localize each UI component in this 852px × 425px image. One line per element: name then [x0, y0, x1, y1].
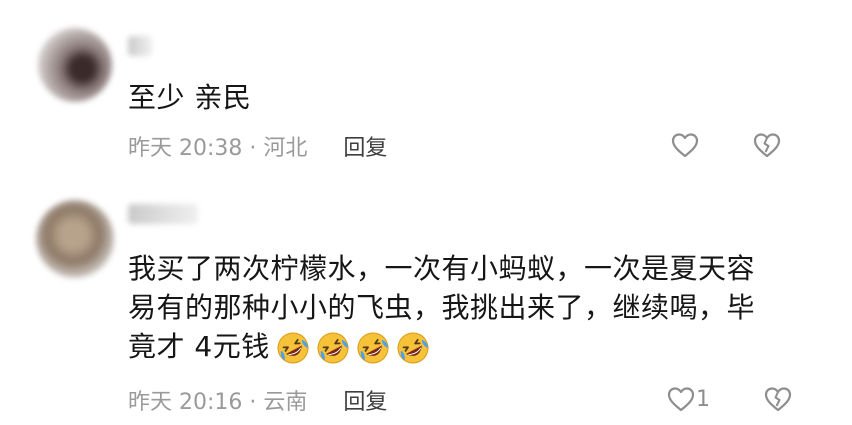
reply-button[interactable]: 回复 — [343, 384, 387, 416]
comment-meta: 昨天 20:16 · 云南 回复 — [128, 384, 387, 416]
broken-heart-icon — [753, 133, 781, 158]
dislike-button[interactable] — [752, 131, 782, 163]
avatar[interactable] — [38, 28, 112, 102]
avatar[interactable] — [36, 200, 114, 278]
timestamp-location: 昨天 20:38 · 河北 — [128, 136, 308, 161]
heart-icon — [667, 387, 695, 412]
heart-icon — [671, 133, 699, 158]
comment-text-body: 我买了两次柠檬水，一次有小蚂蚁，一次是夏天容 易有的那种小小的飞虫，我挑出来了，… — [128, 252, 756, 363]
rolling-laughing-emoji — [397, 332, 429, 364]
rolling-laughing-emoji — [357, 332, 389, 364]
rolling-laughing-emoji — [317, 332, 349, 364]
emoji-group — [270, 330, 430, 364]
timestamp-location: 昨天 20:16 · 云南 — [128, 390, 308, 415]
rolling-laughing-emoji — [277, 332, 309, 364]
reply-button[interactable]: 回复 — [343, 130, 387, 162]
like-count: 1 — [696, 386, 710, 412]
comment-meta: 昨天 20:38 · 河北 回复 — [128, 130, 387, 162]
dislike-button[interactable] — [763, 385, 793, 417]
broken-heart-icon — [764, 387, 792, 412]
comment-text: 我买了两次柠檬水，一次有小蚂蚁，一次是夏天容 易有的那种小小的飞虫，我挑出来了，… — [128, 249, 808, 366]
like-button[interactable]: 1 — [666, 385, 710, 413]
username-blurred[interactable] — [128, 36, 152, 56]
username-blurred[interactable] — [128, 204, 198, 224]
comment-text: 至少 亲民 — [128, 81, 252, 114]
like-button[interactable] — [670, 131, 700, 159]
